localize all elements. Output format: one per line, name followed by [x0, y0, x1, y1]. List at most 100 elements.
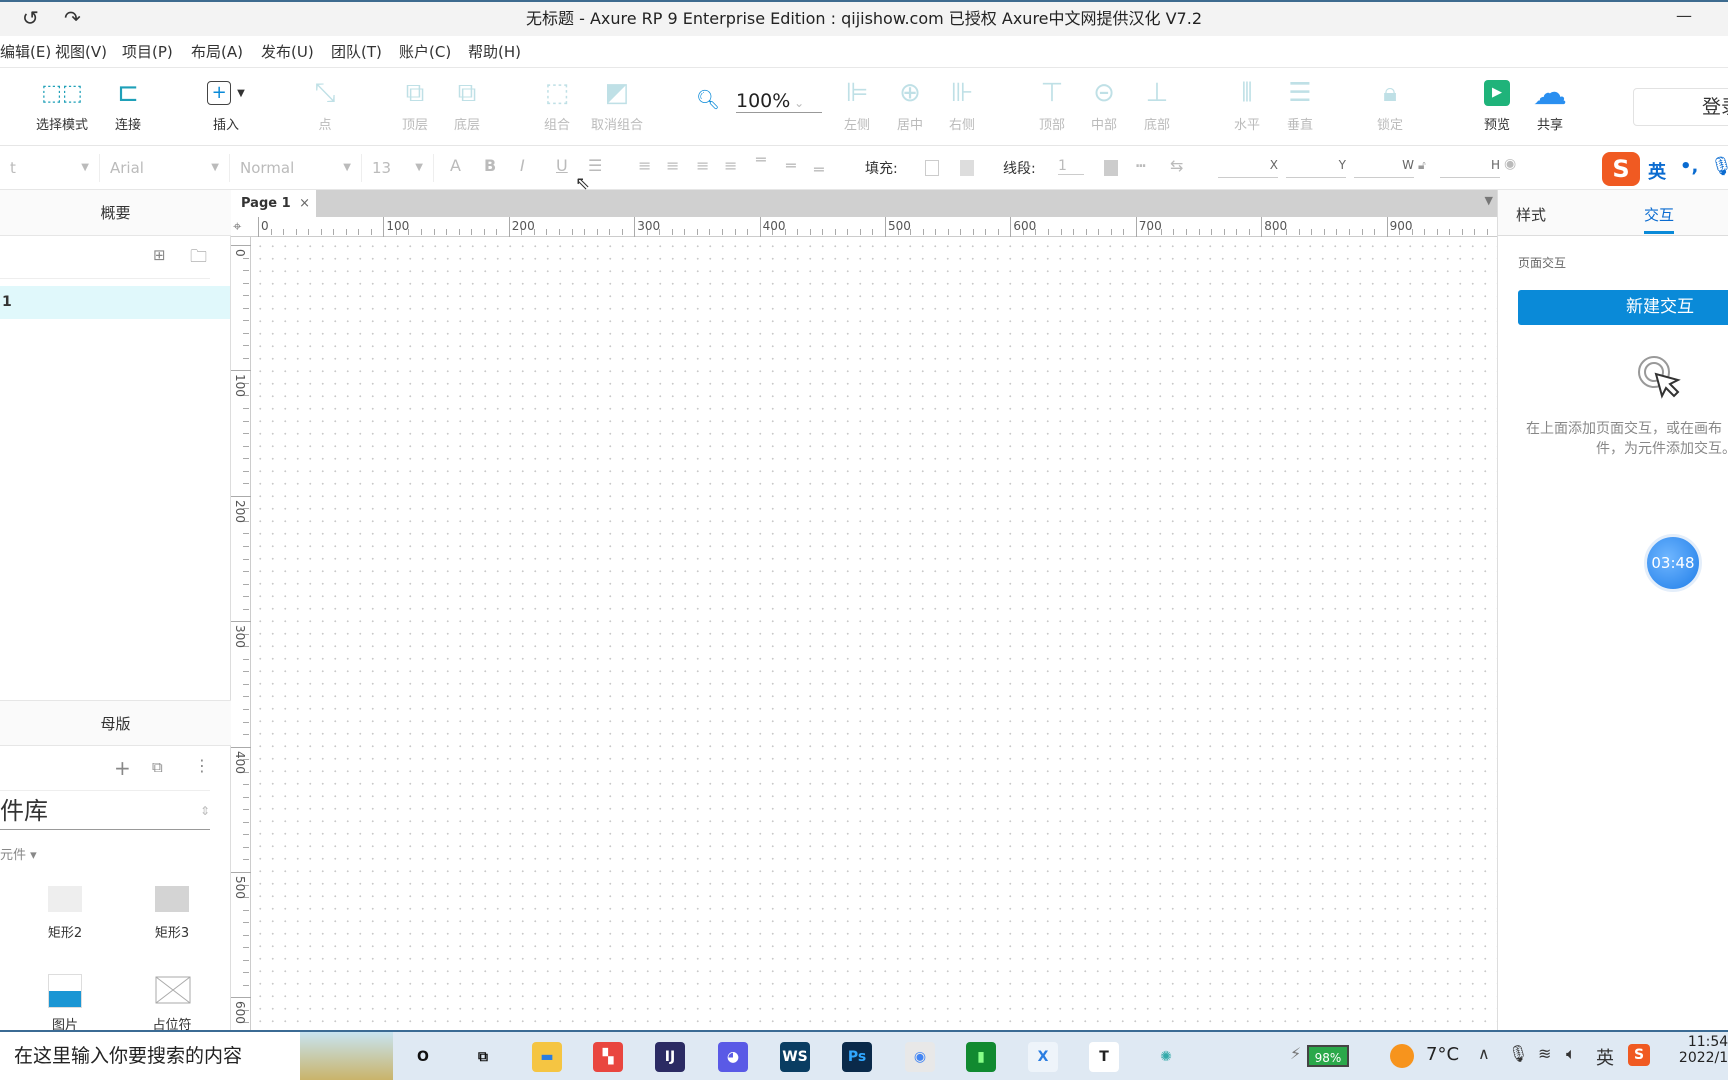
- fill-color-swatch[interactable]: [925, 160, 939, 176]
- login-button[interactable]: 登录: [1633, 88, 1728, 126]
- menu-item[interactable]: 视图(V): [55, 36, 107, 68]
- w-input[interactable]: W: [1354, 158, 1414, 178]
- outline-panel-header[interactable]: 概要: [0, 190, 231, 236]
- zoom-select[interactable]: 🔍︎ 100% ⌄: [696, 89, 822, 113]
- tool-point[interactable]: ⤡ 点: [295, 76, 355, 134]
- weight-select[interactable]: Normal ▼: [230, 154, 362, 182]
- intellij-icon[interactable]: IJ: [655, 1042, 685, 1072]
- tool-align-left[interactable]: ⊫ 左侧: [827, 76, 887, 133]
- menu-item[interactable]: 发布(U): [261, 36, 314, 68]
- image-widget-icon[interactable]: [48, 974, 82, 1008]
- tool-distribute-vertical[interactable]: ☰ 垂直: [1270, 76, 1330, 133]
- justify-icon[interactable]: ≡: [724, 156, 737, 175]
- sogou-ime-icon[interactable]: S: [1602, 152, 1640, 186]
- axure-icon[interactable]: X: [1028, 1042, 1058, 1072]
- timer-badge[interactable]: 03:48: [1644, 534, 1702, 592]
- volume-icon[interactable]: 🔈︎: [1566, 1044, 1576, 1064]
- ime-mic-icon[interactable]: 🎙︎: [1710, 156, 1728, 177]
- stroke-pattern-icon[interactable]: ┅: [1136, 156, 1146, 175]
- italic-icon[interactable]: I: [520, 156, 525, 175]
- font-color-icon[interactable]: A: [450, 156, 461, 175]
- file-explorer-icon[interactable]: ▬: [532, 1042, 562, 1072]
- tool-select-mode[interactable]: ⬚⬚ 选择模式: [22, 76, 102, 134]
- y-input[interactable]: Y: [1286, 158, 1346, 178]
- menu-item[interactable]: 布局(A): [191, 36, 243, 68]
- add-page-icon[interactable]: ⊞: [153, 246, 166, 264]
- design-canvas[interactable]: [252, 238, 1497, 1030]
- typora-icon[interactable]: T: [1089, 1042, 1119, 1072]
- tool-insert[interactable]: + ▼ 插入: [196, 76, 256, 133]
- style-select[interactable]: t ▼: [0, 154, 100, 182]
- masters-panel-header[interactable]: 母版: [0, 700, 231, 746]
- close-tab-icon[interactable]: ×: [299, 190, 310, 217]
- add-master-icon[interactable]: +: [114, 756, 131, 780]
- tab-list-chevron-icon[interactable]: ▼: [1485, 194, 1493, 207]
- aspect-lock-icon[interactable]: 🔓︎: [1418, 158, 1426, 173]
- tray-chevron-up-icon[interactable]: ∧: [1478, 1044, 1490, 1063]
- tool-lock[interactable]: 🔒︎ 锁定: [1360, 76, 1420, 134]
- tray-mic-icon[interactable]: 🎙︎: [1508, 1044, 1528, 1063]
- valign-top-icon[interactable]: ═: [756, 150, 766, 169]
- tab-page-1[interactable]: Page 1 ×: [231, 190, 316, 217]
- x-input[interactable]: X: [1218, 158, 1278, 178]
- tool-group[interactable]: ⬚ 组合: [527, 76, 587, 133]
- new-interaction-button[interactable]: 新建交互: [1518, 290, 1728, 325]
- bold-icon[interactable]: B: [484, 156, 496, 175]
- size-select[interactable]: 13 ▼: [362, 154, 434, 182]
- tool-align-middle[interactable]: ⊝ 中部: [1074, 76, 1134, 133]
- menu-item[interactable]: 帮助(H): [468, 36, 521, 68]
- redo-icon[interactable]: ↷: [64, 6, 81, 30]
- weather-temperature[interactable]: 7°C: [1426, 1044, 1459, 1065]
- clock[interactable]: 11:542022/10: [1668, 1034, 1728, 1066]
- h-input[interactable]: H: [1440, 158, 1500, 178]
- tool-connect[interactable]: ⊏ 连接: [98, 76, 158, 133]
- add-folder-icon[interactable]: 🗀︎: [190, 244, 207, 273]
- weather-sun-icon[interactable]: [1390, 1044, 1414, 1068]
- ime-punctuation-icon[interactable]: •,: [1680, 156, 1698, 177]
- tool-bring-front[interactable]: ⧉ 顶层: [385, 76, 445, 134]
- battery-indicator[interactable]: 98%: [1307, 1045, 1349, 1067]
- tool-align-right[interactable]: ⊪ 右侧: [932, 76, 992, 133]
- bullet-list-icon[interactable]: ☰: [588, 156, 602, 175]
- webstorm-icon[interactable]: WS: [780, 1042, 810, 1072]
- stroke-width-input[interactable]: 1: [1058, 158, 1084, 175]
- minimize-button[interactable]: —: [1676, 6, 1692, 25]
- tool-align-center[interactable]: ⊕ 居中: [880, 76, 940, 133]
- align-text-center-icon[interactable]: ≡: [666, 156, 679, 175]
- tray-sogou-icon[interactable]: S: [1628, 1044, 1650, 1066]
- tab-interaction[interactable]: 交互: [1644, 204, 1675, 234]
- task-view-icon[interactable]: ⧉: [468, 1042, 498, 1072]
- photoshop-icon[interactable]: Ps: [842, 1042, 872, 1072]
- app-icon[interactable]: ▚: [593, 1042, 623, 1072]
- visibility-eye-icon[interactable]: ◉: [1504, 156, 1516, 172]
- taskbar-search-input[interactable]: 在这里输入你要搜索的内容: [0, 1032, 300, 1080]
- ime-language[interactable]: 英: [1648, 158, 1666, 184]
- chrome-icon[interactable]: ◉: [905, 1042, 935, 1072]
- placeholder-widget-icon[interactable]: [155, 976, 191, 1004]
- valign-bottom-icon[interactable]: ═: [814, 160, 824, 179]
- more-options-icon[interactable]: ⋮: [194, 756, 210, 775]
- menu-item[interactable]: 账户(C): [399, 36, 451, 68]
- tool-send-back[interactable]: ⧉ 底层: [437, 76, 497, 134]
- library-select[interactable]: 件库 ⇕: [0, 790, 210, 830]
- rectangle2-widget-icon[interactable]: [48, 886, 82, 912]
- menu-item[interactable]: 团队(T): [331, 36, 382, 68]
- rectangle3-widget-icon[interactable]: [155, 886, 189, 912]
- tab-style[interactable]: 样式: [1516, 204, 1546, 225]
- underline-icon[interactable]: U: [556, 156, 568, 175]
- menu-item[interactable]: 项目(P): [122, 36, 173, 68]
- tool-align-top[interactable]: ⊤ 顶部: [1022, 76, 1082, 133]
- tool-share-cloud[interactable]: ☁ 共享: [1520, 73, 1580, 133]
- font-select[interactable]: Arial ▼: [100, 154, 230, 182]
- menu-item[interactable]: 编辑(E): [0, 36, 51, 68]
- align-text-right-icon[interactable]: ≡: [696, 156, 709, 175]
- align-text-left-icon[interactable]: ≡: [638, 156, 651, 175]
- valign-middle-icon[interactable]: ═: [786, 156, 796, 175]
- fill-shadow-swatch[interactable]: [960, 160, 974, 176]
- green-app-icon[interactable]: ▮: [966, 1042, 996, 1072]
- undo-icon[interactable]: ↺: [22, 6, 39, 30]
- panda-app-icon[interactable]: ◕: [718, 1042, 748, 1072]
- tool-align-bottom[interactable]: ⊥ 底部: [1127, 76, 1187, 133]
- stroke-color-swatch[interactable]: [1104, 160, 1118, 176]
- library-filter[interactable]: 元件 ▾: [0, 844, 37, 863]
